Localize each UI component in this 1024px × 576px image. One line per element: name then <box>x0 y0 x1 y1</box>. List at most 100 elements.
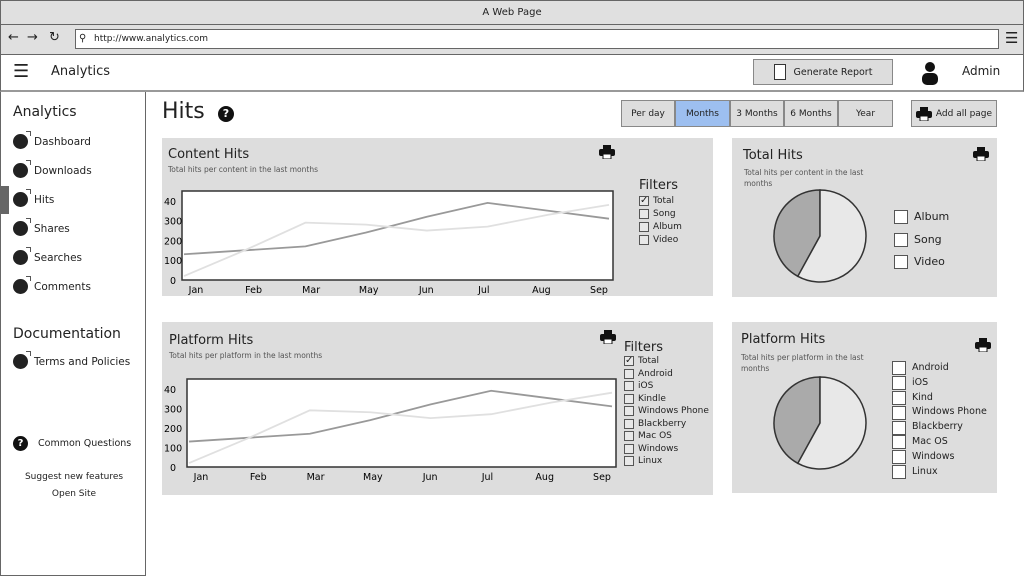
filter-windows-phone[interactable]: Windows Phone <box>624 405 709 418</box>
legend-label: Video <box>914 255 945 268</box>
generate-report-button[interactable]: Generate Report <box>753 59 893 85</box>
checkbox[interactable] <box>639 222 649 232</box>
platform-pie-legend: Android iOS Kind Windows Phone Blackberry Mac… <box>892 361 987 479</box>
user-name[interactable]: Admin <box>962 64 1000 78</box>
checkbox[interactable] <box>639 209 649 219</box>
filter-blackberry[interactable]: Blackberry <box>624 418 709 431</box>
filter-song[interactable]: Song <box>639 209 682 219</box>
filter-linux[interactable]: Linux <box>624 455 709 468</box>
suggest-link[interactable]: Suggest new features <box>1 472 147 482</box>
filter-kindle[interactable]: Kindle <box>624 393 709 406</box>
checkbox-checked[interactable]: ✓ <box>624 356 634 367</box>
legend-checkbox[interactable] <box>892 420 906 435</box>
legend-checkbox[interactable] <box>892 361 906 376</box>
checkbox[interactable] <box>624 406 634 417</box>
filter-label: Total <box>653 196 675 206</box>
legend-checkbox[interactable] <box>892 390 906 405</box>
url-input[interactable]: ⚲ http://www.analytics.com <box>75 29 999 49</box>
legend-label: Windows Phone <box>912 406 987 418</box>
legend-checkbox[interactable] <box>892 450 906 465</box>
add-all-page-button[interactable]: Add all page <box>911 100 997 127</box>
checkbox[interactable] <box>624 431 634 442</box>
filter-windows[interactable]: Windows <box>624 443 709 456</box>
period-year[interactable]: Year <box>838 100 893 127</box>
x-tick-label: Feb <box>250 472 267 483</box>
active-indicator <box>1 186 9 214</box>
legend-checkbox[interactable] <box>892 376 906 391</box>
legend-checkbox[interactable] <box>894 210 908 225</box>
legend-item[interactable]: Mac OS <box>892 435 987 450</box>
generate-report-label: Generate Report <box>793 66 873 78</box>
period-6-months[interactable]: 6 Months <box>784 100 838 127</box>
checkbox-checked[interactable]: ✓ <box>639 196 649 206</box>
filter-video[interactable]: Video <box>639 235 682 245</box>
legend-checkbox[interactable] <box>892 405 906 420</box>
browser-menu-icon[interactable]: ☰ <box>1005 29 1018 47</box>
help-icon[interactable]: ? <box>218 106 234 122</box>
legend-item[interactable]: Linux <box>892 464 987 480</box>
filter-ios[interactable]: iOS <box>624 380 709 393</box>
legend-item[interactable]: Video <box>894 251 949 274</box>
sidebar-item-downloads[interactable]: Downloads <box>13 160 92 178</box>
sidebar-section-analytics: Analytics <box>13 104 77 120</box>
printer-icon[interactable] <box>600 329 616 345</box>
back-icon[interactable]: ← <box>8 30 19 45</box>
legend-item[interactable]: Album <box>894 206 949 229</box>
period-months[interactable]: Months <box>675 100 730 127</box>
legend-label: Song <box>914 232 942 246</box>
period-3-months[interactable]: 3 Months <box>730 100 784 127</box>
forward-icon[interactable]: → <box>27 30 38 45</box>
legend-item[interactable]: Windows Phone <box>892 405 987 420</box>
filter-android[interactable]: Android <box>624 368 709 381</box>
legend-checkbox[interactable] <box>892 464 906 479</box>
checkbox[interactable] <box>624 418 634 429</box>
filter-mac-os[interactable]: Mac OS <box>624 430 709 443</box>
x-tick-label: Aug <box>535 472 554 483</box>
y-tick-label: 0 <box>170 463 176 474</box>
checkbox[interactable] <box>624 381 634 392</box>
x-tick-label: Aug <box>532 285 551 296</box>
legend-item[interactable]: Windows <box>892 450 987 465</box>
printer-icon[interactable] <box>975 337 991 353</box>
legend-checkbox[interactable] <box>894 232 908 247</box>
legend-item[interactable]: iOS <box>892 376 987 391</box>
filter-label: Android <box>638 368 673 379</box>
sidebar-item-searches[interactable]: Searches <box>13 247 82 265</box>
total-hits-panel: Total Hits Total hits per content in the… <box>732 138 997 297</box>
sidebar-item-shares[interactable]: Shares <box>13 218 70 236</box>
sidebar-section-documentation: Documentation <box>13 326 121 342</box>
user-avatar-icon[interactable] <box>921 61 939 85</box>
sidebar-item-dashboard[interactable]: Dashboard <box>13 131 91 149</box>
sidebar-item-common-questions[interactable]: ? Common Questions <box>13 436 131 451</box>
printer-icon[interactable] <box>599 144 615 160</box>
checkbox[interactable] <box>624 456 634 467</box>
legend-checkbox[interactable] <box>894 255 908 270</box>
sidebar-item-comments[interactable]: Comments <box>13 276 91 294</box>
sidebar-item-hits[interactable]: Hits <box>13 189 55 207</box>
open-site-link[interactable]: Open Site <box>1 489 147 499</box>
filter-total[interactable]: ✓ Total <box>624 355 709 368</box>
legend-item[interactable]: Android <box>892 361 987 376</box>
platform-filters: Filters ✓ Total Android iOS Kindle Windows Pho… <box>624 341 709 468</box>
sidebar-item-terms[interactable]: Terms and Policies <box>13 351 130 369</box>
filter-label: Song <box>653 209 676 219</box>
period-per-day[interactable]: Per day <box>621 100 675 127</box>
checkbox[interactable] <box>624 443 634 454</box>
filter-total[interactable]: ✓ Total <box>639 196 682 206</box>
legend-item[interactable]: Kind <box>892 390 987 406</box>
checkbox[interactable] <box>624 393 634 404</box>
legend-label: Blackberry <box>912 421 963 433</box>
legend-item[interactable]: Song <box>894 229 949 252</box>
legend-item[interactable]: Blackberry <box>892 420 987 435</box>
checkbox[interactable] <box>639 235 649 245</box>
sidebar-item-label: Common Questions <box>38 438 132 449</box>
reload-icon[interactable]: ↻ <box>49 30 60 45</box>
filter-album[interactable]: Album <box>639 222 682 232</box>
hamburger-menu-icon[interactable]: ☰ <box>13 61 29 82</box>
panel-title: Platform Hits <box>169 333 254 348</box>
checkbox[interactable] <box>624 368 634 379</box>
app-name: Analytics <box>51 64 111 79</box>
sidebar-item-label: Hits <box>34 193 55 206</box>
printer-icon[interactable] <box>973 146 989 162</box>
legend-checkbox[interactable] <box>892 435 906 450</box>
